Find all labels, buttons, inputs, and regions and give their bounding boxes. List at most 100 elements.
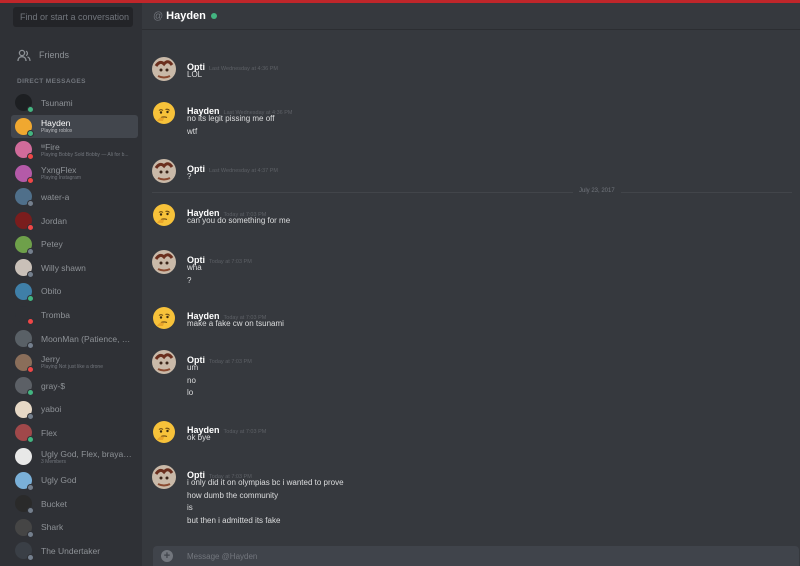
status-indicator (27, 389, 34, 397)
dm-item-text: Petey (41, 239, 63, 249)
message-text: lo (187, 388, 194, 397)
window-top-accent (0, 0, 800, 3)
dm-item-text: The Undertaker (41, 546, 100, 556)
status-indicator (27, 365, 34, 373)
message-text: no (187, 375, 196, 385)
avatar (15, 448, 32, 465)
status-indicator (27, 294, 34, 302)
dm-item[interactable]: water-a (11, 185, 138, 208)
dm-sidebar: Find or start a conversation Friends DIR… (0, 0, 142, 566)
message-text: no its legit pissing me off (187, 114, 275, 123)
message-timestamp: Last Wednesday at 4:36 PM (209, 66, 278, 72)
message-group: Hayden Today at 7:03 PM make a fake cw on … (152, 306, 792, 335)
message-composer[interactable]: + Message @Hayden (153, 546, 799, 566)
dm-item[interactable]: Willy shawn (11, 256, 138, 279)
dm-item[interactable]: Tsunami (11, 91, 138, 114)
dm-item[interactable]: The Undertaker (11, 539, 138, 562)
message-timestamp: Today at 7:03 PM (209, 359, 252, 365)
dm-item-activity: Playing Instagram (41, 175, 82, 182)
dm-item-name: YxngFlex (41, 165, 77, 176)
dm-item[interactable]: ʷFire Playing Bobby Sold Bobby — Ali for … (11, 138, 138, 161)
dm-item[interactable]: Jordan (11, 209, 138, 232)
dm-item-text: Jordan (41, 216, 67, 226)
dm-item[interactable]: Flex (11, 421, 138, 444)
message-group: Hayden Last Wednesday at 4:36 PM no its le… (152, 101, 792, 142)
dm-item[interactable]: Ugly God, Flex, braya P... 3 Members (11, 445, 138, 468)
dm-item[interactable]: Bucket (11, 492, 138, 515)
dm-item-name: Jordan (41, 215, 67, 226)
dm-item-text: gray-$ (41, 381, 65, 391)
user-avatar[interactable] (152, 465, 176, 489)
status-indicator (27, 507, 34, 515)
avatar (15, 117, 34, 137)
dm-item-name: The Undertaker (41, 545, 101, 556)
dm-item-text: water-a (41, 192, 69, 202)
dm-item-name: Hayden (41, 118, 71, 129)
avatar (15, 518, 34, 538)
user-avatar[interactable] (152, 57, 176, 81)
add-attachment-button[interactable]: + (161, 550, 173, 562)
at-sign-icon: @ (153, 10, 164, 22)
dm-item[interactable]: Petey (11, 233, 138, 256)
dm-item-name: Flex (41, 427, 58, 438)
dm-item[interactable]: Obito (11, 280, 138, 303)
message-group: Hayden Today at 7:03 PM ok bye (152, 420, 792, 449)
status-indicator (27, 200, 34, 208)
message-text: is (187, 503, 193, 512)
dm-item-name: Obito (41, 286, 62, 297)
message-group: Opti Last Wednesday at 4:37 PM? (152, 159, 792, 188)
avatar (15, 164, 34, 184)
avatar (15, 235, 34, 255)
message-text: wtf (187, 126, 198, 136)
message-group: Opti Today at 7:03 PM wha? (152, 250, 792, 291)
dm-item-name: Tromba (41, 309, 70, 320)
dm-item-name: Tsunami (41, 97, 73, 108)
status-indicator (27, 318, 34, 326)
dm-item-text: Flex (41, 428, 57, 438)
dm-item[interactable]: Hayden Playing roblox (11, 114, 138, 138)
user-avatar[interactable] (152, 350, 176, 374)
dm-item[interactable]: YxngFlex Playing Instagram (11, 162, 138, 185)
avatar (15, 306, 34, 326)
dm-item-name: Ugly God (41, 475, 77, 486)
status-indicator (27, 224, 34, 231)
dm-item-text: Tsunami (41, 98, 73, 108)
dm-item[interactable]: Shark (11, 516, 138, 539)
status-indicator (27, 129, 34, 137)
user-avatar[interactable] (152, 159, 176, 183)
dm-item-name: yaboi (41, 404, 62, 415)
message-text: ok bye (187, 433, 211, 442)
message-group: Opti Today at 7:03 PM um no lo (152, 350, 792, 404)
dm-item[interactable]: yaboi (11, 398, 138, 421)
dm-item[interactable]: MoonMan (Patience, pl... (11, 327, 138, 350)
dm-item-text: Hayden Playing roblox (41, 118, 72, 134)
message-timestamp: Today at 7:03 PM (209, 259, 252, 265)
status-indicator (27, 153, 34, 161)
thinking-face-avatar[interactable] (152, 101, 176, 125)
date-divider-label: July 23, 2017 (573, 188, 621, 194)
message-text: wha (187, 263, 202, 272)
message-text: but then i admitted its fake (187, 515, 281, 525)
dm-item[interactable]: Jerry Playing Not just like a drone (11, 351, 138, 374)
user-avatar[interactable] (152, 250, 176, 274)
message-text: i only did it on olympias bc i wanted to… (187, 478, 344, 487)
avatar (15, 282, 34, 302)
dm-item[interactable]: Ugly God (11, 469, 138, 492)
thinking-face-avatar[interactable] (152, 306, 176, 330)
message-input[interactable]: Message @Hayden (187, 552, 257, 561)
dm-item-text: Shark (41, 522, 63, 532)
dm-item-name: Bucket (41, 498, 67, 509)
dm-item[interactable]: gray-$ (11, 374, 138, 397)
status-indicator (27, 106, 34, 113)
status-indicator (27, 412, 34, 420)
dm-search-input[interactable]: Find or start a conversation (13, 7, 133, 27)
avatar (15, 141, 34, 161)
dm-item-text: YxngFlex Playing Instagram (41, 165, 81, 181)
message-header: Opti Last Wednesday at 4:37 PM (187, 159, 278, 177)
dm-item-text: Ugly God (41, 475, 76, 485)
thinking-face-avatar[interactable] (152, 203, 176, 227)
date-divider-line (152, 192, 792, 193)
dm-item[interactable]: Tromba (11, 303, 138, 326)
friends-nav-item[interactable]: Friends (0, 43, 142, 67)
thinking-face-avatar[interactable] (152, 420, 176, 444)
